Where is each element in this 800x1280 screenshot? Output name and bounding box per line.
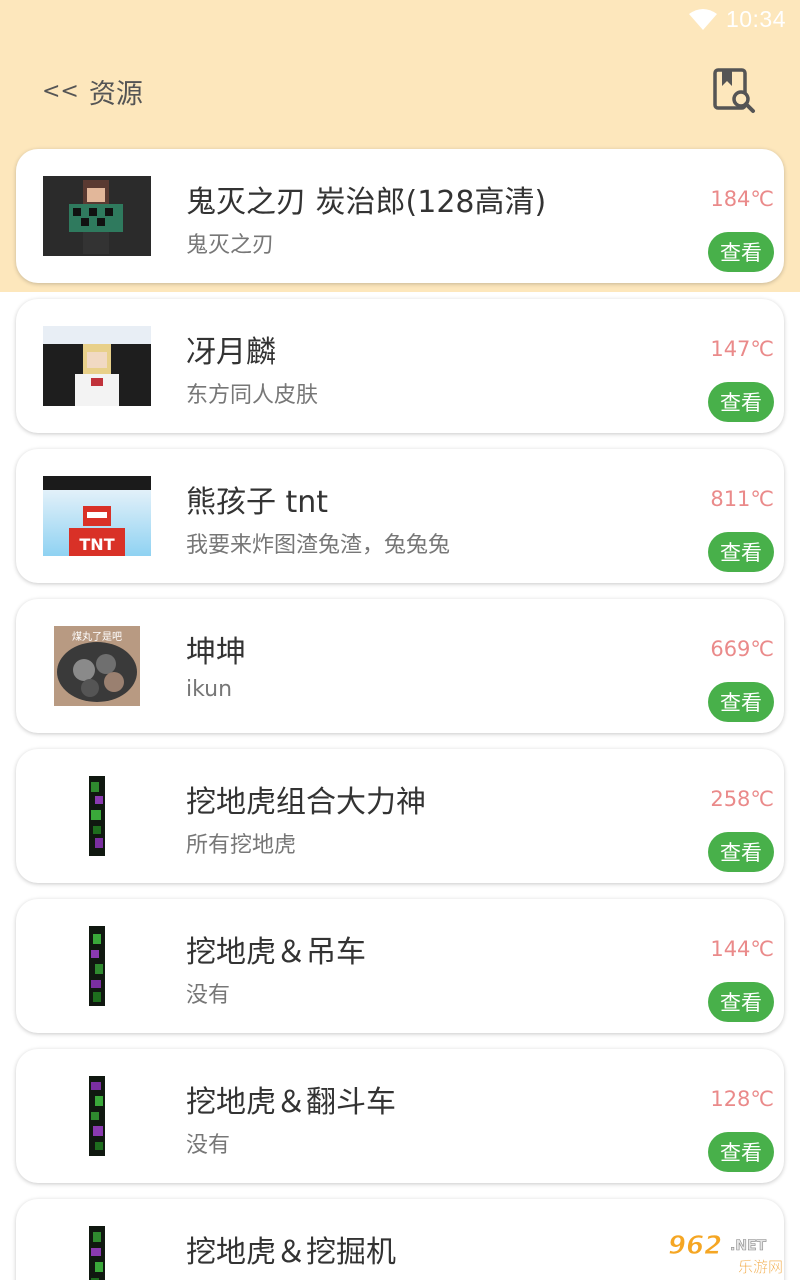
resource-thumbnail bbox=[43, 1226, 151, 1280]
tnt-thumb-text: TNT bbox=[79, 535, 114, 554]
app-header: << 资源 bbox=[0, 42, 800, 140]
resource-card[interactable]: 挖地虎＆翻斗车 没有 128℃ 查看 bbox=[16, 1049, 784, 1183]
view-button[interactable]: 查看 bbox=[708, 682, 774, 722]
resource-title: 鬼灭之刃 炭治郎(128高清) bbox=[186, 185, 547, 220]
view-button[interactable]: 查看 bbox=[708, 1132, 774, 1172]
resource-thumbnail bbox=[43, 176, 151, 256]
back-arrow-icon: << bbox=[42, 79, 79, 104]
book-search-icon bbox=[713, 68, 755, 113]
heat-count: 184℃ bbox=[710, 187, 774, 211]
resource-card[interactable]: TNT 熊孩子 tnt 我要来炸图渣兔渣，兔兔兔 811℃ 查看 bbox=[16, 449, 784, 583]
skin-preview-image: TNT bbox=[43, 476, 151, 556]
resource-thumbnail bbox=[43, 776, 151, 856]
resource-subtitle: 没有 bbox=[186, 1133, 231, 1158]
back-button[interactable]: << 资源 bbox=[42, 72, 143, 111]
watermark-caption: 乐游网 bbox=[738, 1258, 783, 1276]
view-button[interactable]: 查看 bbox=[708, 982, 774, 1022]
search-resource-button[interactable] bbox=[712, 68, 756, 114]
resource-thumbnail bbox=[43, 326, 151, 406]
heat-count: 128℃ bbox=[710, 1087, 774, 1111]
resource-thumbnail bbox=[43, 1076, 151, 1156]
view-button[interactable]: 查看 bbox=[708, 232, 774, 272]
meme-caption: 煤丸了是吧 bbox=[72, 630, 122, 643]
view-button[interactable]: 查看 bbox=[708, 832, 774, 872]
status-bar: 10:34 bbox=[0, 0, 800, 42]
status-time: 10:34 bbox=[725, 6, 786, 32]
resource-subtitle: ikun bbox=[186, 677, 233, 702]
site-watermark: 962 .NET 乐游网 bbox=[664, 1230, 794, 1277]
resource-thumbnail: TNT bbox=[43, 476, 151, 556]
heat-count: 147℃ bbox=[710, 337, 774, 361]
skin-preview-image bbox=[43, 176, 151, 256]
watermark-number: 962 bbox=[668, 1231, 722, 1261]
view-button[interactable]: 查看 bbox=[708, 382, 774, 422]
resource-card[interactable]: 挖地虎组合大力神 所有挖地虎 258℃ 查看 bbox=[16, 749, 784, 883]
resource-title: 冴月麟 bbox=[186, 335, 276, 370]
page-title: 资源 bbox=[88, 79, 143, 110]
resource-subtitle: 没有 bbox=[186, 983, 231, 1008]
resource-title: 挖地虎＆翻斗车 bbox=[186, 1085, 396, 1120]
resource-title: 熊孩子 tnt bbox=[186, 485, 329, 520]
resource-title: 挖地虎＆挖掘机 bbox=[186, 1235, 396, 1270]
resource-card[interactable]: 鬼灭之刃 炭治郎(128高清) 鬼灭之刃 184℃ 查看 bbox=[16, 149, 784, 283]
resource-card[interactable]: 煤丸了是吧 坤坤 ikun 669℃ 查看 bbox=[16, 599, 784, 733]
resource-thumbnail bbox=[43, 926, 151, 1006]
resource-subtitle: 鬼灭之刃 bbox=[186, 233, 275, 258]
skin-preview-image bbox=[89, 926, 105, 1006]
wifi-icon bbox=[689, 9, 717, 30]
watermark-suffix: .NET bbox=[730, 1238, 767, 1254]
resource-title: 挖地虎组合大力神 bbox=[186, 785, 426, 820]
skin-preview-image bbox=[89, 1226, 105, 1280]
resource-title: 坤坤 bbox=[186, 635, 246, 670]
heat-count: 258℃ bbox=[710, 787, 774, 811]
resource-subtitle: 我要来炸图渣兔渣，兔兔兔 bbox=[186, 533, 451, 558]
resource-subtitle: 东方同人皮肤 bbox=[186, 383, 319, 408]
skin-preview-image bbox=[89, 1076, 105, 1156]
heat-count: 144℃ bbox=[710, 937, 774, 961]
resource-card[interactable]: 冴月麟 东方同人皮肤 147℃ 查看 bbox=[16, 299, 784, 433]
resource-subtitle: 所有挖地虎 bbox=[186, 833, 297, 858]
heat-count: 811℃ bbox=[710, 487, 774, 511]
skin-preview-image bbox=[43, 326, 151, 406]
meme-preview-image: 煤丸了是吧 bbox=[54, 626, 140, 706]
skin-preview-image bbox=[89, 776, 105, 856]
heat-count: 669℃ bbox=[710, 637, 774, 661]
resource-card[interactable]: 挖地虎＆吊车 没有 144℃ 查看 bbox=[16, 899, 784, 1033]
resource-thumbnail: 煤丸了是吧 bbox=[43, 626, 151, 706]
resource-title: 挖地虎＆吊车 bbox=[186, 935, 366, 970]
view-button[interactable]: 查看 bbox=[708, 532, 774, 572]
watermark-logo: 962 .NET 乐游网 bbox=[668, 1231, 784, 1277]
